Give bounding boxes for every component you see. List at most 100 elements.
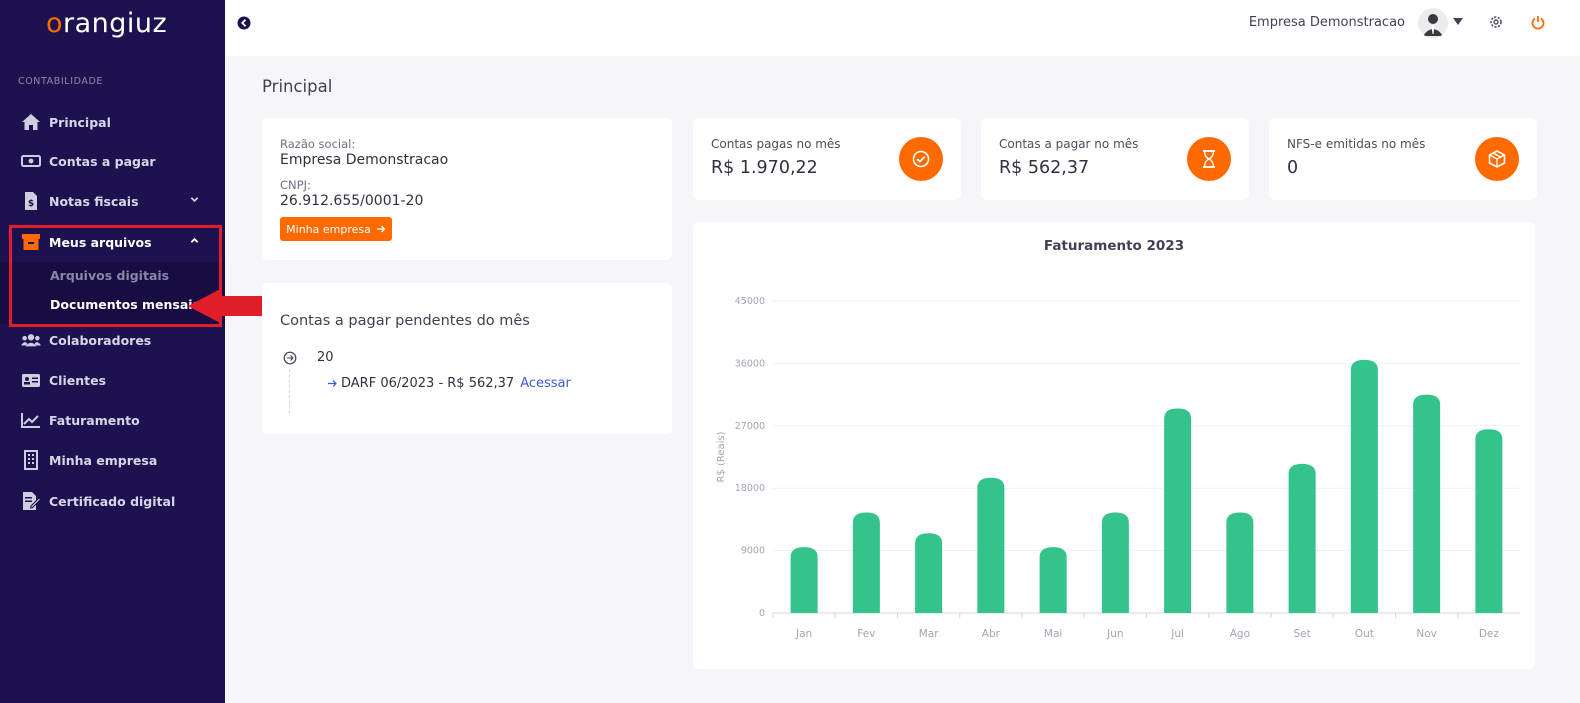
chart-x-tick-label: Fev (857, 628, 875, 640)
user-avatar-icon (1423, 14, 1443, 36)
chart-y-tick-label: 27000 (735, 421, 765, 432)
sidebar-item-label: Notas fiscais (49, 193, 139, 209)
current-company-name: Empresa Demonstracao (1248, 15, 1405, 30)
sidebar-item-clientes[interactable]: Clientes (0, 360, 225, 400)
timeline-line (289, 369, 290, 414)
chart-bar-jan[interactable] (790, 547, 818, 613)
razao-social-label: Razão social: (280, 137, 356, 151)
sidebar-item-label: Colaboradores (49, 332, 152, 348)
chart-bar-abr[interactable] (977, 477, 1005, 613)
invoice-icon: $ (21, 191, 41, 211)
sidebar-item-label: Faturamento (49, 412, 140, 428)
pending-bill-text: DARF 06/2023 - R$ 562,37 (341, 376, 515, 391)
pending-bills-card: Contas a pagar pendentes do mês 20 DARF … (262, 283, 672, 434)
chart-line-icon (21, 410, 41, 430)
faturamento-chart: Faturamento 2023 R$ (Reais) Jan Fev Mar Abr… (716, 238, 1520, 640)
logo-text: rangiuz (63, 8, 168, 39)
cnpj-value: 26.912.655/0001-20 (280, 193, 424, 209)
caret-down-icon[interactable] (1453, 18, 1463, 25)
topbar: Empresa Demonstracao (225, 0, 1580, 56)
sidebar-item-certificado-digital[interactable]: Certificado digital (0, 481, 225, 521)
chart-x-tick-label: Ago (1230, 628, 1250, 640)
minha-empresa-button[interactable]: Minha empresa (280, 217, 392, 241)
chart-bar-mai[interactable] (1039, 547, 1067, 613)
chart-title: Faturamento 2023 (1044, 238, 1184, 254)
acessar-link[interactable]: Acessar (520, 376, 571, 391)
page-title: Principal (262, 77, 333, 96)
sidebar-item-label: Principal (49, 114, 111, 130)
chart-bar-ago[interactable] (1226, 512, 1254, 613)
chart-y-tick-label: 9000 (741, 546, 765, 557)
chart-bar-mar[interactable] (915, 533, 943, 613)
sidebar-item-principal[interactable]: Principal (0, 102, 225, 142)
sidebar-item-notas-fiscais[interactable]: $ Notas fiscais (0, 181, 225, 221)
chevron-down-icon (190, 197, 199, 203)
chart-x-tick-label: Jun (1106, 628, 1123, 640)
logo[interactable]: orangiuz (46, 8, 167, 39)
home-icon (21, 112, 41, 132)
chart-y-tick-label: 18000 (735, 483, 765, 494)
check-circle-icon (899, 137, 943, 181)
avatar[interactable] (1418, 8, 1448, 38)
chart-x-tick-label: Abr (982, 628, 1001, 640)
sidebar-item-label: Contas a pagar (49, 153, 156, 169)
chart-y-tick-label: 36000 (735, 358, 765, 369)
chart-x-tick-label: Mar (919, 628, 939, 640)
chart-x-tick-label: Mai (1044, 628, 1062, 640)
stat-label: Contas pagas no mês (711, 137, 841, 151)
building-icon (21, 450, 41, 470)
chart-bar-jul[interactable] (1164, 408, 1192, 613)
id-card-icon (21, 370, 41, 390)
sidebar-item-label: Minha empresa (49, 452, 158, 468)
cnpj-label: CNPJ: (280, 178, 311, 192)
chart-bar-dez[interactable] (1475, 429, 1503, 613)
minha-empresa-button-label: Minha empresa (286, 222, 371, 236)
sidebar-item-faturamento[interactable]: Faturamento (0, 400, 225, 440)
users-icon (21, 330, 41, 350)
stat-card-nfse-emitidas: NFS-e emitidas no mês 0 (1269, 118, 1537, 200)
certificate-icon (21, 491, 41, 511)
chart-x-tick-label: Out (1355, 628, 1374, 640)
chart-y-tick-label: 0 (759, 608, 765, 619)
chart-x-tick-label: Nov (1416, 628, 1437, 640)
chart-bar-fev[interactable] (852, 512, 880, 613)
collapse-sidebar-icon[interactable] (237, 16, 251, 30)
box-icon (1475, 137, 1519, 181)
arrow-right-icon (376, 225, 386, 233)
stat-value: R$ 1.970,22 (711, 158, 818, 178)
arrow-right-icon (328, 380, 337, 387)
power-icon[interactable] (1531, 15, 1545, 30)
gear-icon[interactable] (1489, 15, 1503, 29)
chart-y-tick-label: 45000 (735, 296, 765, 307)
section-label: CONTABILIDADE (18, 76, 103, 87)
stat-card-contas-a-pagar: Contas a pagar no mês R$ 562,37 (981, 118, 1249, 200)
money-icon (21, 151, 41, 171)
stat-value: R$ 562,37 (999, 158, 1090, 178)
sidebar-item-minha-empresa[interactable]: Minha empresa (0, 440, 225, 480)
chart-x-tick-label: Dez (1479, 628, 1500, 640)
chart-bar-jun[interactable] (1101, 512, 1129, 613)
stat-value: 0 (1287, 158, 1299, 178)
pending-bills-title: Contas a pagar pendentes do mês (280, 313, 530, 329)
stat-card-contas-pagas: Contas pagas no mês R$ 1.970,22 (693, 118, 961, 200)
pending-day: 20 (317, 350, 334, 365)
sidebar-item-contas-a-pagar[interactable]: Contas a pagar (0, 141, 225, 181)
chart-x-tick-label: Jan (795, 628, 812, 640)
logo-accent: o (46, 8, 64, 39)
chart-bar-out[interactable] (1350, 359, 1378, 613)
sidebar-item-label: Certificado digital (49, 493, 176, 509)
faturamento-chart-card: Faturamento 2023 R$ (Reais) Jan Fev Mar Abr… (693, 222, 1535, 669)
svg-text:$: $ (28, 199, 34, 209)
stat-label: NFS-e emitidas no mês (1287, 137, 1426, 151)
hourglass-icon (1187, 137, 1231, 181)
sidebar-item-label: Clientes (49, 372, 107, 388)
chart-bar-nov[interactable] (1413, 394, 1441, 613)
sidebar: orangiuz CONTABILIDADE Principal Contas … (0, 0, 225, 703)
pending-bill-entry: DARF 06/2023 - R$ 562,37 Acessar (328, 376, 571, 391)
chart-x-tick-label: Set (1294, 628, 1311, 640)
chart-bar-set[interactable] (1288, 463, 1316, 613)
timeline-arrow-circle-icon (283, 351, 297, 365)
razao-social-value: Empresa Demonstracao (280, 152, 449, 168)
stat-label: Contas a pagar no mês (999, 137, 1139, 151)
chart-y-axis-label: R$ (Reais) (716, 431, 727, 482)
